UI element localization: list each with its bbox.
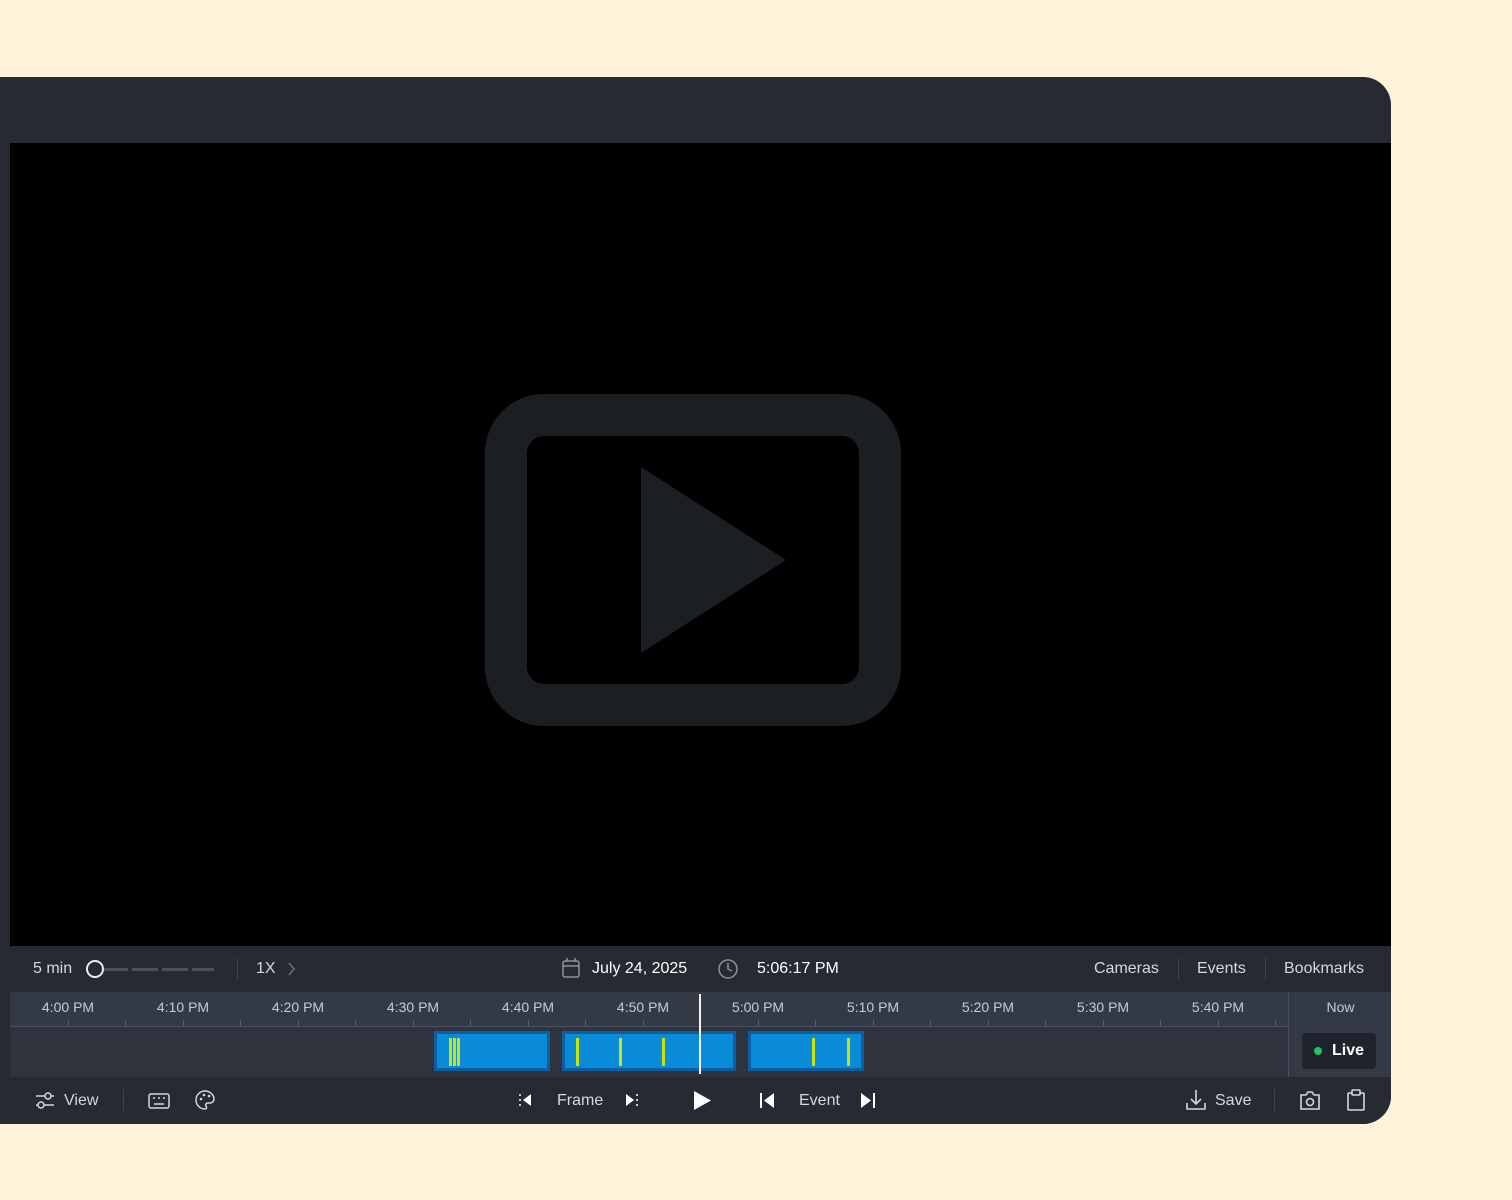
download-icon[interactable] [1184, 1077, 1208, 1124]
palette-icon[interactable] [194, 1077, 216, 1124]
divider [237, 958, 238, 980]
date-value[interactable]: July 24, 2025 [592, 946, 687, 992]
tick-mark [125, 1020, 126, 1026]
recording-track[interactable] [10, 1027, 1288, 1077]
tick-label: 4:20 PM [271, 999, 325, 1015]
tick-mark [930, 1020, 931, 1026]
tick-mark [413, 1020, 414, 1026]
calendar-icon[interactable] [561, 946, 581, 992]
tick-mark [1218, 1020, 1219, 1026]
tick-label: 5:30 PM [1076, 999, 1130, 1015]
tick-mark [528, 1020, 529, 1026]
divider [1274, 1089, 1275, 1111]
view-settings-icon[interactable] [34, 1077, 56, 1124]
frame-label: Frame [557, 1092, 604, 1109]
clock-icon[interactable] [717, 946, 739, 992]
tick-label: 4:30 PM [386, 999, 440, 1015]
event-marker[interactable] [812, 1038, 815, 1066]
keyboard-icon[interactable] [147, 1077, 171, 1124]
timeline-ruler[interactable]: 4:00 PM 4:10 PM 4:20 PM 4:30 PM 4:40 PM … [10, 992, 1288, 1027]
tick-mark [355, 1020, 356, 1026]
event-marker[interactable] [619, 1038, 622, 1066]
tick-mark [1103, 1020, 1104, 1026]
tab-cameras[interactable]: Cameras [1094, 946, 1159, 992]
live-button[interactable]: Live [1302, 1033, 1376, 1069]
tick-mark [1160, 1020, 1161, 1026]
save-button[interactable]: Save [1215, 1077, 1251, 1123]
tick-label: 4:10 PM [156, 999, 210, 1015]
clipboard-icon[interactable] [1345, 1077, 1367, 1124]
video-viewport[interactable] [10, 143, 1391, 946]
tick-label: 5:00 PM [731, 999, 785, 1015]
next-frame-icon[interactable] [622, 1077, 642, 1124]
camera-snapshot-icon[interactable] [1298, 1077, 1322, 1124]
tick-label: 4:50 PM [616, 999, 670, 1015]
timeline-header: 5 min 1X July 24, 2025 5:06:17 PM Camera… [10, 946, 1391, 992]
tick-mark [68, 1020, 69, 1026]
previous-event-icon[interactable] [757, 1077, 777, 1124]
event-marker[interactable] [576, 1038, 579, 1066]
tick-mark [1045, 1020, 1046, 1026]
event-marker[interactable] [457, 1038, 460, 1066]
playhead[interactable] [699, 994, 701, 1074]
speed-label[interactable]: 1X [256, 946, 276, 992]
tick-mark [183, 1020, 184, 1026]
event-label: Event [799, 1092, 840, 1109]
zoom-slider-handle[interactable] [86, 960, 104, 978]
tick-mark [585, 1020, 586, 1026]
zoom-label: 5 min [33, 960, 73, 977]
tick-mark [1275, 1020, 1276, 1026]
tick-label: 5:10 PM [846, 999, 900, 1015]
tick-mark [873, 1020, 874, 1026]
live-status-dot [1314, 1047, 1322, 1055]
tick-mark [988, 1020, 989, 1026]
divider [1178, 958, 1179, 980]
view-button[interactable]: View [64, 1077, 98, 1123]
now-label: Now [1326, 999, 1355, 1015]
time-value[interactable]: 5:06:17 PM [757, 946, 839, 992]
next-event-icon[interactable] [858, 1077, 878, 1124]
tick-label: 5:40 PM [1191, 999, 1245, 1015]
tick-mark [470, 1020, 471, 1026]
tick-mark [298, 1020, 299, 1026]
event-marker[interactable] [662, 1038, 665, 1066]
tick-mark [815, 1020, 816, 1026]
tick-mark [643, 1020, 644, 1026]
divider [1265, 958, 1266, 980]
tab-bookmarks[interactable]: Bookmarks [1284, 946, 1364, 992]
speed-next-icon[interactable] [287, 946, 297, 992]
tick-mark [758, 1020, 759, 1026]
tick-mark [240, 1020, 241, 1026]
tick-label: 4:40 PM [501, 999, 555, 1015]
zoom-slider[interactable] [86, 960, 214, 978]
recording-segment[interactable] [562, 1031, 736, 1071]
playback-controls: View Frame Event Save [10, 1077, 1391, 1124]
event-marker[interactable] [453, 1038, 456, 1066]
previous-frame-icon[interactable] [515, 1077, 535, 1124]
divider [123, 1089, 124, 1111]
event-marker[interactable] [847, 1038, 850, 1066]
tick-label: 4:00 PM [41, 999, 95, 1015]
play-button[interactable] [690, 1077, 714, 1124]
event-marker[interactable] [449, 1038, 452, 1066]
tab-events[interactable]: Events [1197, 946, 1246, 992]
live-label: Live [1332, 1042, 1365, 1059]
video-placeholder-icon [485, 394, 901, 726]
video-player-window: 5 min 1X July 24, 2025 5:06:17 PM Camera… [0, 77, 1391, 1124]
tick-label: 5:20 PM [961, 999, 1015, 1015]
